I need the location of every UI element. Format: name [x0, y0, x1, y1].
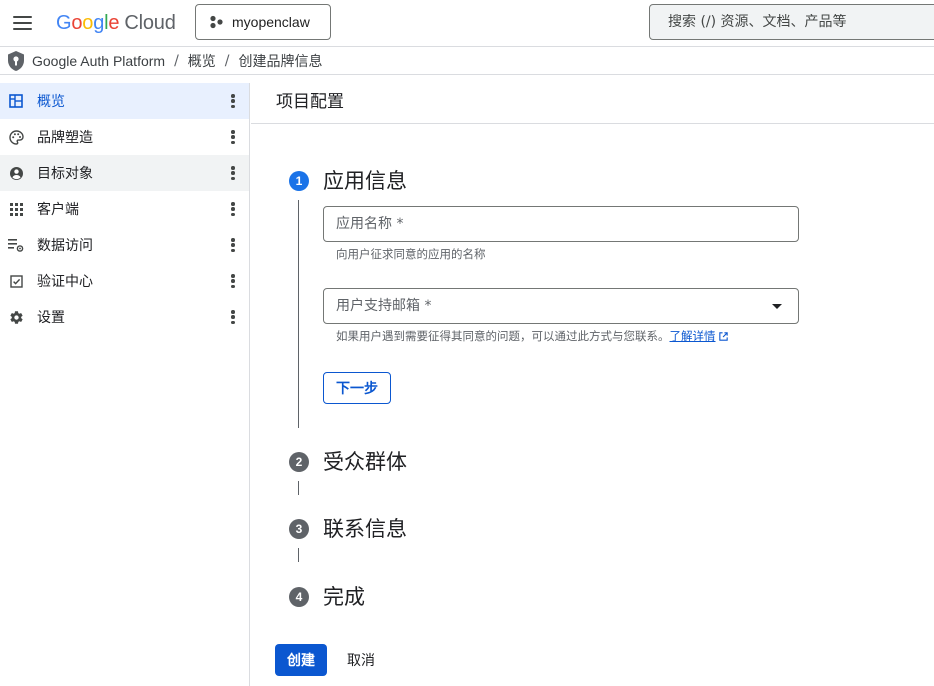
data-access-icon [8, 237, 24, 253]
more-vert-icon[interactable] [227, 128, 239, 146]
apps-grid-icon [8, 201, 24, 217]
step-4-indicator: 4 [289, 587, 309, 607]
sidebar-item-overview[interactable]: 概览 [0, 83, 249, 119]
support-email-hint-text: 如果用户遇到需要征得其同意的问题，可以通过此方式与您联系。 [336, 329, 670, 343]
app-name-input[interactable] [324, 207, 798, 241]
more-vert-icon[interactable] [227, 272, 239, 290]
sidebar-item-settings[interactable]: 设置 [0, 299, 249, 335]
sidebar-item-label: 目标对象 [37, 166, 93, 182]
step-3-title[interactable]: 联系信息 [323, 513, 407, 543]
support-email-input[interactable] [324, 289, 798, 323]
breadcrumb-item-current: 创建品牌信息 [238, 52, 323, 69]
dashboard-icon [8, 93, 24, 109]
project-nodes-icon [210, 15, 223, 29]
sidebar-item-data-access[interactable]: 数据访问 [0, 227, 249, 263]
step-1-indicator: 1 [289, 171, 309, 191]
step-connector [298, 481, 299, 495]
breadcrumb-item-platform[interactable]: Google Auth Platform [32, 53, 165, 69]
support-email-select[interactable] [323, 288, 799, 324]
step-1-title[interactable]: 应用信息 [323, 165, 407, 195]
sidebar: 概览 品牌塑造 目标对象 客户端 数据访问 验证中心 设置 [0, 83, 250, 686]
project-name: myopenclaw [232, 14, 310, 30]
step-2-title[interactable]: 受众群体 [323, 446, 407, 476]
app-name-hint: 向用户征求同意的应用的名称 [336, 247, 486, 261]
top-bar: Google Cloud myopenclaw [0, 0, 934, 46]
support-email-hint: 如果用户遇到需要征得其同意的问题，可以通过此方式与您联系。了解详情 [336, 328, 729, 344]
breadcrumb-separator: / [174, 52, 179, 69]
sidebar-item-audience[interactable]: 目标对象 [0, 155, 249, 191]
page-title: 项目配置 [276, 91, 344, 112]
breadcrumb-item-overview[interactable]: 概览 [188, 51, 216, 71]
sidebar-item-label: 品牌塑造 [37, 130, 93, 146]
sidebar-item-label: 客户端 [37, 202, 79, 218]
step-connector [298, 548, 299, 562]
more-vert-icon[interactable] [227, 308, 239, 326]
sidebar-item-label: 设置 [37, 310, 65, 326]
next-step-button[interactable]: 下一步 [323, 372, 391, 404]
verification-icon [8, 273, 24, 289]
step-connector [298, 200, 299, 428]
dropdown-arrow-icon[interactable] [772, 304, 782, 309]
sidebar-item-verification[interactable]: 验证中心 [0, 263, 249, 299]
hamburger-menu-icon[interactable] [10, 10, 36, 36]
palette-icon [8, 129, 24, 145]
sidebar-item-label: 验证中心 [37, 274, 93, 290]
step-2-indicator: 2 [289, 452, 309, 472]
cancel-button[interactable]: 取消 [337, 644, 385, 676]
account-circle-icon [8, 165, 24, 181]
more-vert-icon[interactable] [227, 236, 239, 254]
sidebar-item-clients[interactable]: 客户端 [0, 191, 249, 227]
gear-icon [8, 309, 24, 325]
learn-more-link[interactable]: 了解详情 [670, 329, 716, 343]
create-button[interactable]: 创建 [275, 644, 327, 676]
more-vert-icon[interactable] [227, 200, 239, 218]
step-3-indicator: 3 [289, 519, 309, 539]
sidebar-item-label: 数据访问 [37, 238, 93, 254]
breadcrumb-separator: / [224, 52, 230, 69]
search-box[interactable] [649, 4, 934, 40]
search-input[interactable] [668, 14, 934, 30]
breadcrumb: Google Auth Platform / 概览 / 创建品牌信息 [0, 46, 934, 75]
sidebar-item-branding[interactable]: 品牌塑造 [0, 119, 249, 155]
open-in-new-icon[interactable] [718, 331, 729, 342]
main-content: 项目配置 1 应用信息 向用户征求同意的应用的名称 如果用户遇到需要征得其同意的… [251, 75, 934, 686]
sidebar-item-label: 概览 [37, 94, 65, 110]
page-header: 项目配置 [251, 75, 934, 124]
shield-icon [8, 50, 24, 71]
project-picker-button[interactable]: myopenclaw [195, 4, 331, 40]
step-4-title[interactable]: 完成 [323, 581, 365, 611]
more-vert-icon[interactable] [227, 164, 239, 182]
google-cloud-logo[interactable]: Google Cloud [56, 9, 176, 37]
more-vert-icon[interactable] [227, 92, 239, 110]
app-name-field[interactable] [323, 206, 799, 242]
